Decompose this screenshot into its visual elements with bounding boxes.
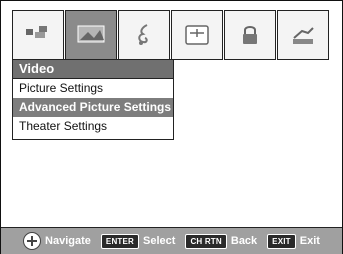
music-note-icon (138, 24, 148, 45)
navigate-hint: Navigate (23, 232, 91, 250)
dpad-icon (23, 232, 42, 250)
menu-screen: Video Picture Settings Advanced Picture … (0, 0, 343, 254)
tab-music[interactable] (118, 10, 170, 60)
category-tabs (12, 10, 333, 60)
gallery-icon (26, 26, 47, 38)
menu-item-picture-settings[interactable]: Picture Settings (13, 79, 173, 98)
menu-item-advanced-picture-settings[interactable]: Advanced Picture Settings (13, 98, 173, 117)
remote-control-icon (185, 25, 209, 45)
help-bar: Navigate ENTER Select CH RTN Back EXIT E… (1, 227, 342, 254)
tab-setup[interactable] (277, 10, 329, 60)
lock-icon (243, 26, 257, 44)
tab-gallery[interactable] (12, 10, 64, 60)
exit-key-icon: EXIT (267, 233, 296, 249)
tv-picture-icon (77, 25, 105, 43)
setup-icon (293, 27, 314, 44)
enter-key-icon: ENTER (100, 233, 140, 249)
menu-item-theater-settings[interactable]: Theater Settings (13, 117, 173, 136)
back-label: Back (230, 235, 258, 247)
navigate-label: Navigate (45, 235, 91, 247)
select-label: Select (143, 235, 176, 247)
ch-rtn-key-icon: CH RTN (185, 233, 227, 249)
tab-video[interactable] (65, 10, 117, 60)
menu-title: Video (13, 60, 173, 79)
exit-label: Exit (299, 235, 320, 247)
tab-remote[interactable] (171, 10, 223, 60)
exit-hint: EXIT Exit (267, 233, 320, 249)
back-hint: CH RTN Back (185, 233, 258, 249)
select-hint: ENTER Select (100, 233, 176, 249)
video-menu: Video Picture Settings Advanced Picture … (12, 59, 174, 140)
tab-lock[interactable] (224, 10, 276, 60)
